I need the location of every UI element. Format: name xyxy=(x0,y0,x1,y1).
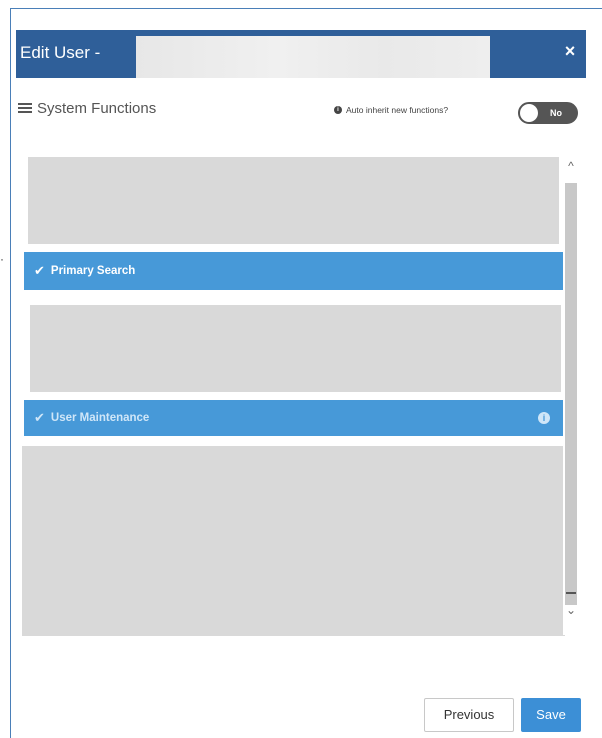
save-button[interactable]: Save xyxy=(521,698,581,732)
auto-inherit-label: i Auto inherit new functions? xyxy=(334,105,448,115)
redacted-function-block xyxy=(22,446,565,636)
function-row-primary-search[interactable]: ✔ Primary Search xyxy=(24,252,564,290)
section-title-label: System Functions xyxy=(37,99,157,117)
function-row-user-maintenance[interactable]: ✔ User Maintenance i xyxy=(24,400,564,436)
list-scrollbar[interactable]: ^ ⌄ xyxy=(563,155,579,635)
scroll-thumb[interactable] xyxy=(565,183,577,605)
outer-tick-mark: · xyxy=(0,252,4,266)
check-icon: ✔ xyxy=(34,410,45,425)
previous-button[interactable]: Previous xyxy=(424,698,514,732)
redacted-function-block xyxy=(28,157,559,244)
dialog-header: Edit User - × xyxy=(16,30,586,78)
function-label: Primary Search xyxy=(50,265,136,277)
dialog-title: Edit User - xyxy=(20,43,101,62)
close-icon[interactable]: × xyxy=(562,41,578,61)
section-title: System Functions xyxy=(18,98,156,118)
functions-list: ✔ Primary Search ✔ User Maintenance i xyxy=(22,150,582,640)
chevron-down-icon[interactable]: ⌄ xyxy=(564,603,578,617)
function-label: User Maintenance xyxy=(50,412,150,424)
scroll-grip xyxy=(566,592,576,594)
info-icon: i xyxy=(334,106,342,114)
redacted-username xyxy=(136,36,490,78)
chevron-up-icon[interactable]: ^ xyxy=(564,159,578,173)
auto-inherit-toggle[interactable]: No xyxy=(518,102,578,124)
list-icon xyxy=(18,103,32,113)
info-icon[interactable]: i xyxy=(538,412,550,424)
toggle-knob xyxy=(520,104,538,122)
redacted-function-block xyxy=(30,305,561,392)
auto-inherit-text: Auto inherit new functions? xyxy=(346,105,449,115)
check-icon: ✔ xyxy=(34,263,45,278)
toggle-value: No xyxy=(550,108,562,118)
